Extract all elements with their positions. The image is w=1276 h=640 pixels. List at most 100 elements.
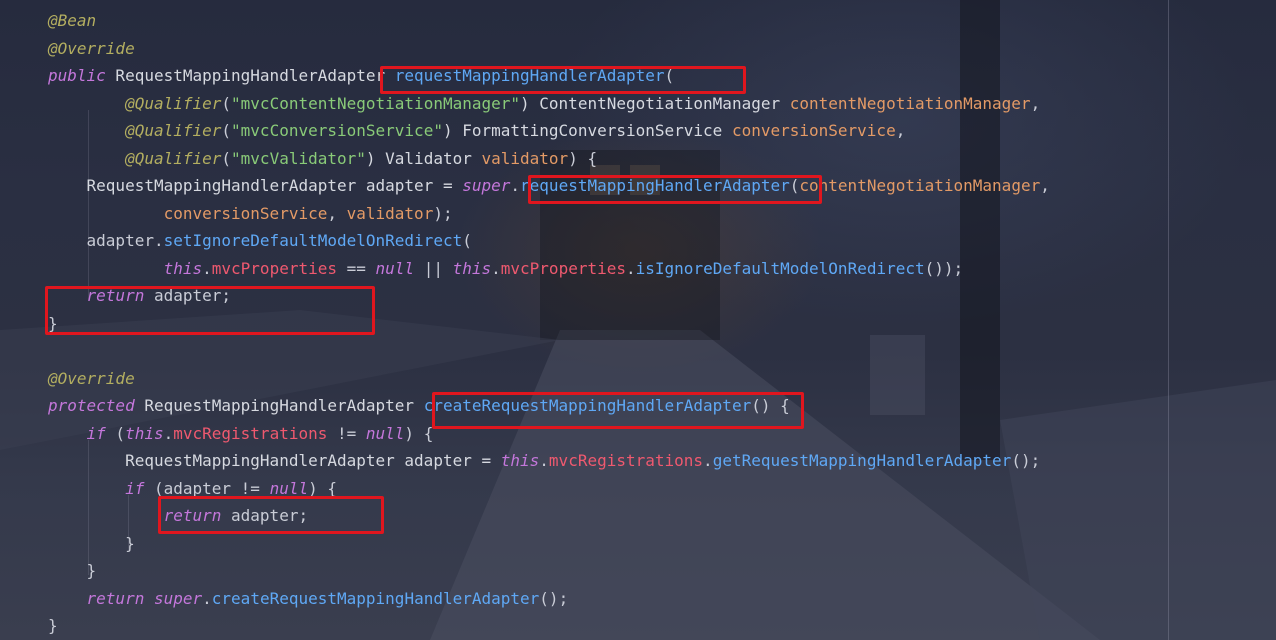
code-token: .	[202, 258, 212, 278]
code-token: ,	[1030, 93, 1041, 113]
code-token: }	[48, 533, 135, 553]
code-token: this	[163, 258, 203, 278]
code-token: protected	[48, 396, 135, 415]
code-token: conversionService	[731, 121, 896, 140]
code-token: "mvcValidator"	[231, 148, 366, 168]
code-token: null	[375, 258, 415, 278]
code-token: @Override	[48, 368, 135, 388]
code-token: null	[269, 478, 309, 498]
code-token: validator	[346, 203, 434, 223]
code-token: RequestMappingHandlerAdapter	[134, 396, 424, 415]
code-token: isIgnoreDefaultModelOnRedirect	[635, 258, 925, 278]
highlight-box-inner-return	[158, 496, 384, 534]
code-token: ) {	[568, 148, 598, 168]
code-token: ,	[1040, 176, 1050, 195]
code-token: ) Validator	[365, 148, 482, 168]
code-editor[interactable]: @Bean @Override public RequestMappingHandl…	[0, 0, 1276, 640]
code-token: );	[433, 203, 453, 223]
code-token: ();	[1011, 451, 1041, 470]
code-token: mvcRegistrations	[548, 451, 704, 470]
code-line[interactable]: @Bean	[48, 7, 1050, 35]
code-token: RequestMappingHandlerAdapter adapter =	[48, 451, 501, 470]
code-token: @Qualifier	[125, 121, 222, 140]
code-line[interactable]: }	[48, 557, 1050, 585]
code-token: "mvcContentNegotiationManager"	[231, 93, 521, 113]
code-line[interactable]: }	[48, 612, 1050, 640]
code-token: super	[153, 588, 203, 608]
code-token: .	[703, 451, 713, 470]
code-token: ,	[327, 203, 347, 223]
code-token: ) ContentNegotiationManager	[520, 93, 790, 113]
code-token: (	[105, 423, 126, 443]
code-line[interactable]: @Override	[48, 365, 1050, 393]
code-token: super	[462, 176, 511, 195]
code-token: mvcProperties	[500, 258, 626, 278]
code-token: setIgnoreDefaultModelOnRedirect	[163, 231, 463, 250]
code-line[interactable]: return super.createRequestMappingHandler…	[48, 585, 1050, 613]
code-token: .	[539, 451, 549, 470]
code-token: ());	[924, 258, 964, 278]
code-token: public	[48, 66, 106, 85]
code-line[interactable]: @Qualifier("mvcConversionService") Forma…	[48, 117, 1050, 145]
code-token: ) {	[308, 478, 337, 498]
code-token: .	[163, 423, 174, 443]
code-token: adapter.	[48, 231, 164, 250]
code-token: return	[86, 588, 145, 608]
code-line[interactable]: @Qualifier("mvcValidator") Validator val…	[48, 145, 1050, 173]
highlight-box-create-method	[432, 392, 804, 429]
code-token: ) {	[404, 423, 434, 443]
code-token: validator	[481, 148, 569, 168]
code-token: if	[125, 478, 145, 498]
code-token: this	[452, 258, 492, 278]
code-token: (adapter !=	[144, 478, 270, 498]
code-token: contentNegotiationManager	[799, 176, 1041, 195]
code-token: RequestMappingHandlerAdapter	[105, 66, 395, 85]
code-token: this	[125, 423, 164, 443]
code-token: @Bean	[48, 11, 97, 30]
code-token: contentNegotiationManager	[789, 93, 1031, 113]
code-line[interactable]: this.mvcProperties == null || this.mvcPr…	[48, 255, 1050, 283]
code-token: mvcRegistrations	[173, 423, 328, 443]
right-margin-guide	[1168, 0, 1169, 640]
code-token: }	[48, 561, 97, 580]
code-token: @Qualifier	[125, 93, 222, 113]
code-token: conversionService	[163, 203, 328, 223]
code-token: RequestMappingHandlerAdapter adapter =	[48, 176, 463, 195]
code-line[interactable]: @Override	[48, 35, 1050, 63]
code-token: ,	[895, 121, 906, 140]
code-line[interactable]: RequestMappingHandlerAdapter adapter = t…	[48, 447, 1050, 475]
code-line[interactable]	[48, 337, 1050, 365]
code-token: if	[86, 423, 106, 443]
highlight-box-method-name	[380, 66, 746, 94]
code-token: mvcProperties	[211, 258, 337, 278]
code-token: ||	[414, 258, 453, 278]
code-token: ) FormattingConversionService	[442, 121, 732, 140]
code-token: @Qualifier	[125, 148, 222, 168]
code-token: (	[221, 121, 232, 140]
code-token: .	[202, 588, 212, 608]
code-token: createRequestMappingHandlerAdapter	[211, 588, 540, 608]
highlight-box-return-adapter	[45, 286, 375, 335]
code-line[interactable]: adapter.setIgnoreDefaultModelOnRedirect(	[48, 227, 1050, 255]
code-token: .	[510, 176, 521, 195]
code-token: .	[491, 258, 501, 278]
code-token: "mvcConversionService"	[231, 121, 443, 140]
code-token: .	[626, 258, 636, 278]
code-token: (	[221, 148, 232, 168]
code-token: @Override	[48, 38, 135, 58]
code-token: ();	[539, 588, 569, 608]
highlight-box-super-call	[528, 175, 822, 204]
code-token: this	[500, 451, 540, 470]
code-token: ==	[337, 258, 376, 278]
code-token: (	[462, 231, 472, 250]
